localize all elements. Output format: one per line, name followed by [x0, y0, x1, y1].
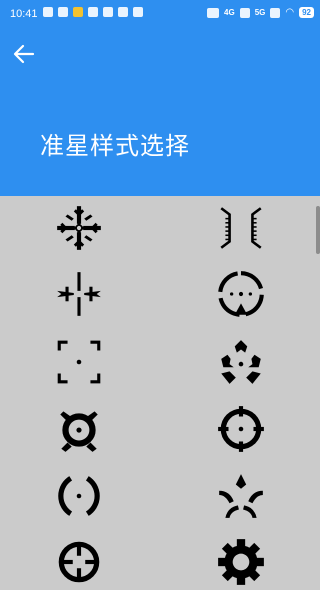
system-icons: 4G 5G ◠ 92 [207, 7, 314, 18]
wifi-icon: ◠ [285, 7, 295, 18]
app-icon [58, 7, 68, 17]
crosshair-option-winged-cross[interactable] [51, 266, 107, 322]
winged-cross-crosshair-icon [57, 272, 101, 316]
crosshair-option-gear[interactable] [213, 534, 269, 590]
circle-triangle-crosshair-icon [218, 271, 264, 317]
ring-ticks-crosshair-icon [218, 406, 264, 452]
message-icon [133, 7, 143, 17]
snowflake-crosshair-icon [57, 206, 101, 250]
status-bar: 10:41 4G 5G ◠ 92 [0, 0, 320, 28]
notification-icons [43, 7, 143, 17]
wechat-icon [43, 7, 53, 17]
parentheses-crosshair-icon [58, 476, 100, 516]
hd-icon [207, 7, 220, 18]
back-button[interactable] [10, 40, 38, 68]
network-4g-label: 4G [224, 8, 235, 17]
scope-ring-crosshair-icon [58, 541, 100, 583]
four-arcs-crosshair-icon [219, 474, 263, 518]
nfc-icon [103, 7, 113, 17]
crosshair-option-circle-triangle[interactable] [213, 266, 269, 322]
location-icon [88, 7, 98, 17]
crosshair-style-grid [0, 196, 320, 590]
crosshair-option-corner-brackets[interactable] [51, 334, 107, 390]
header-bar: 准星样式选择 [0, 28, 320, 196]
crosshair-option-scope-ring[interactable] [51, 534, 107, 590]
status-time: 10:41 [10, 8, 38, 20]
alarm-icon [118, 7, 128, 17]
page-title: 准星样式选择 [40, 132, 190, 160]
game-icon [73, 7, 83, 17]
tri-blade-crosshair-icon [221, 340, 261, 384]
crosshair-option-bracket[interactable] [213, 200, 269, 256]
crosshair-option-parentheses[interactable] [51, 468, 107, 524]
scrollbar[interactable] [316, 206, 320, 254]
signal-icon-1 [239, 7, 250, 18]
signal-icon-2 [270, 7, 281, 18]
crosshair-option-ring-ticks[interactable] [213, 401, 269, 457]
crosshair-option-snowflake[interactable] [51, 200, 107, 256]
corner-brackets-crosshair-icon [57, 340, 101, 384]
crosshair-option-tri-blade[interactable] [213, 334, 269, 390]
crosshair-option-turtle[interactable] [51, 401, 107, 457]
gear-crosshair-icon [218, 539, 264, 585]
turtle-crosshair-icon [60, 411, 98, 452]
battery-indicator: 92 [299, 7, 314, 18]
crosshair-option-four-arcs[interactable] [213, 468, 269, 524]
back-arrow-icon [13, 44, 35, 64]
bracket-crosshair-icon [220, 207, 262, 249]
network-5g-label: 5G [254, 8, 266, 17]
